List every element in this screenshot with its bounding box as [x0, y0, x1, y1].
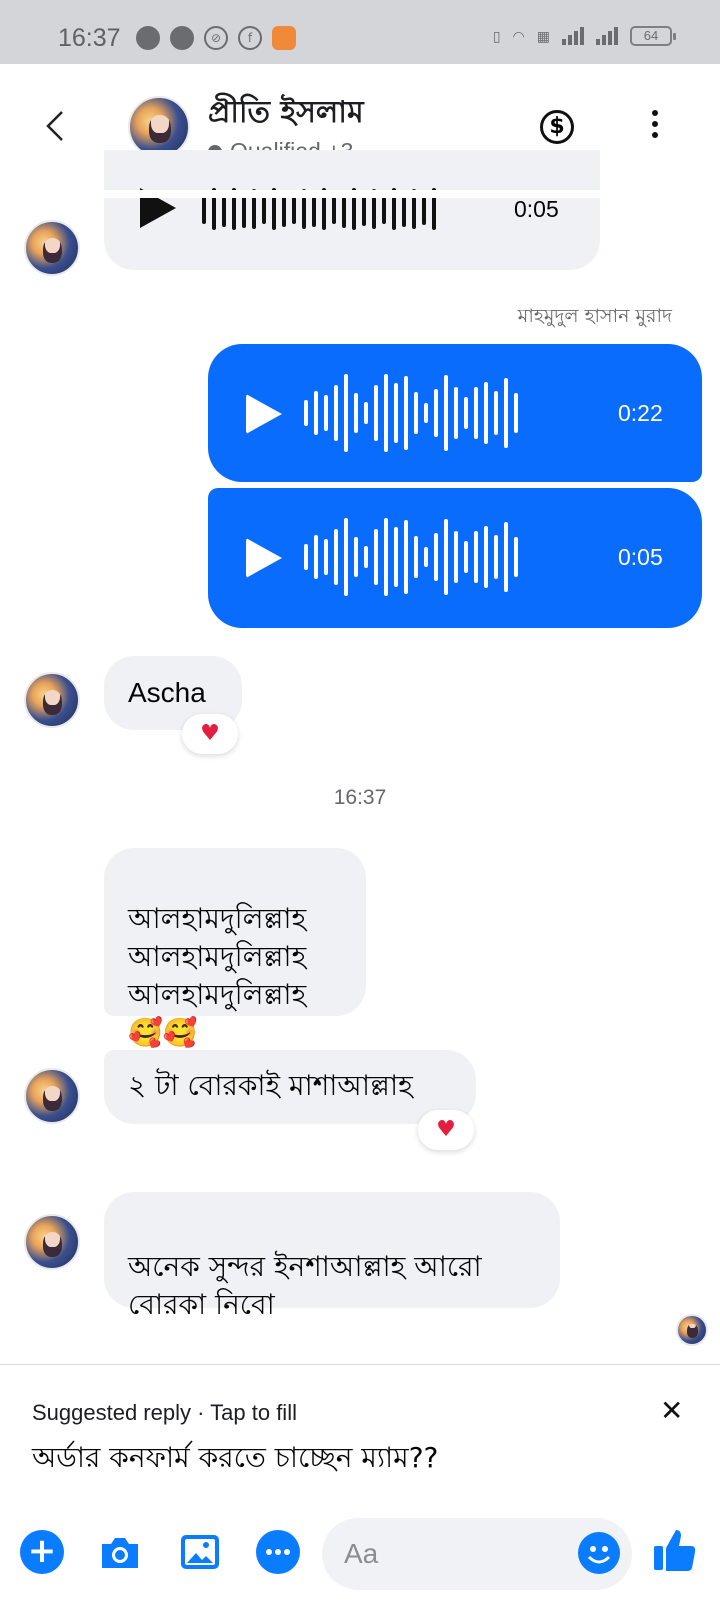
suggested-reply-label: Suggested reply · Tap to fill	[32, 1400, 297, 1425]
plus-icon[interactable]: +	[20, 1530, 64, 1574]
dollar-icon[interactable]: $	[540, 110, 574, 144]
heart-icon[interactable]: ♥	[418, 1110, 474, 1150]
chat-icon[interactable]	[256, 1530, 300, 1574]
sender-avatar[interactable]	[24, 1214, 80, 1270]
message-timestamp: 16:37	[333, 786, 387, 809]
play-icon[interactable]	[246, 394, 282, 434]
outgoing-sender-name: মাহমুদুল হাসান মুরাদ	[517, 305, 672, 327]
sender-avatar[interactable]	[24, 1068, 80, 1124]
messenger-notification-icon	[170, 26, 194, 50]
image-icon[interactable]	[178, 1530, 222, 1574]
message-input[interactable]: Aa	[322, 1518, 632, 1590]
volte-icon: ▦	[536, 27, 550, 44]
emoji-icon[interactable]	[578, 1532, 620, 1574]
app-notification-icon	[272, 26, 296, 50]
system-indicators: ▯ ◠ ▦ 64	[492, 26, 676, 46]
heart-icon[interactable]: ♥	[182, 714, 238, 754]
back-icon[interactable]	[40, 106, 70, 146]
audio-message-outgoing[interactable]: 0:22	[208, 344, 702, 482]
suggested-reply-text[interactable]: অর্ডার কনফার্ম করতে চাচ্ছেন ম্যাম??	[32, 1436, 438, 1483]
notification-icons: ⊘ f	[136, 26, 296, 50]
signal-2-icon	[596, 27, 618, 45]
audio-waveform	[304, 518, 518, 596]
message-composer: + Aa	[0, 1508, 720, 1604]
facebook-notification-icon: f	[238, 26, 262, 50]
sender-avatar[interactable]	[24, 672, 80, 728]
divider	[0, 1364, 720, 1365]
audio-duration: 0:05	[618, 544, 663, 570]
message-bubble[interactable]: অনেক সুন্দর ইনশাআল্লাহ আরো বোরকা নিবো	[104, 1192, 560, 1321]
vibrate-icon: ▯	[492, 27, 501, 44]
like-icon[interactable]	[650, 1526, 698, 1574]
message-text: অনেক সুন্দর ইনশাআল্লাহ আরো বোরকা নিবো	[128, 1250, 482, 1321]
header-edge	[0, 190, 720, 198]
chat-notification-icon	[136, 26, 160, 50]
signal-icon	[562, 27, 584, 45]
message-bubble[interactable]: আলহামদুলিল্লাহ আলহামদুলিল্লাহ আলহামদুলিল…	[104, 848, 366, 1049]
audio-waveform	[304, 374, 518, 452]
contact-avatar[interactable]	[128, 96, 190, 158]
battery-icon: 64	[630, 26, 676, 46]
more-icon[interactable]	[650, 110, 660, 144]
close-icon[interactable]: ✕	[660, 1394, 683, 1427]
sender-avatar[interactable]	[24, 220, 80, 276]
message-text: ২ টা বোরকাই মাশাআল্লাহ	[128, 1069, 413, 1102]
audio-message-outgoing-2[interactable]: 0:05	[208, 488, 702, 628]
wifi-icon: ◠	[512, 27, 525, 44]
status-time: 16:37	[58, 24, 121, 52]
seen-avatar	[676, 1314, 708, 1346]
ban-notification-icon: ⊘	[204, 26, 228, 50]
message-input-placeholder: Aa	[344, 1538, 379, 1569]
contact-name[interactable]: প্রীতি ইসলাম	[208, 88, 364, 139]
play-icon[interactable]	[246, 538, 282, 578]
audio-message-incoming[interactable]: 0:05	[104, 150, 600, 270]
message-text: আলহামদুলিল্লাহ আলহামদুলিল্লাহ আলহামদুলিল…	[128, 902, 307, 1049]
message-text: Ascha	[128, 677, 206, 708]
camera-icon[interactable]	[98, 1530, 142, 1574]
status-bar: 16:37 ⊘ f ▯ ◠ ▦ 64	[0, 0, 720, 64]
message-bubble[interactable]: ২ টা বোরকাই মাশাআল্লাহ	[104, 1050, 476, 1124]
audio-duration: 0:22	[618, 400, 663, 426]
